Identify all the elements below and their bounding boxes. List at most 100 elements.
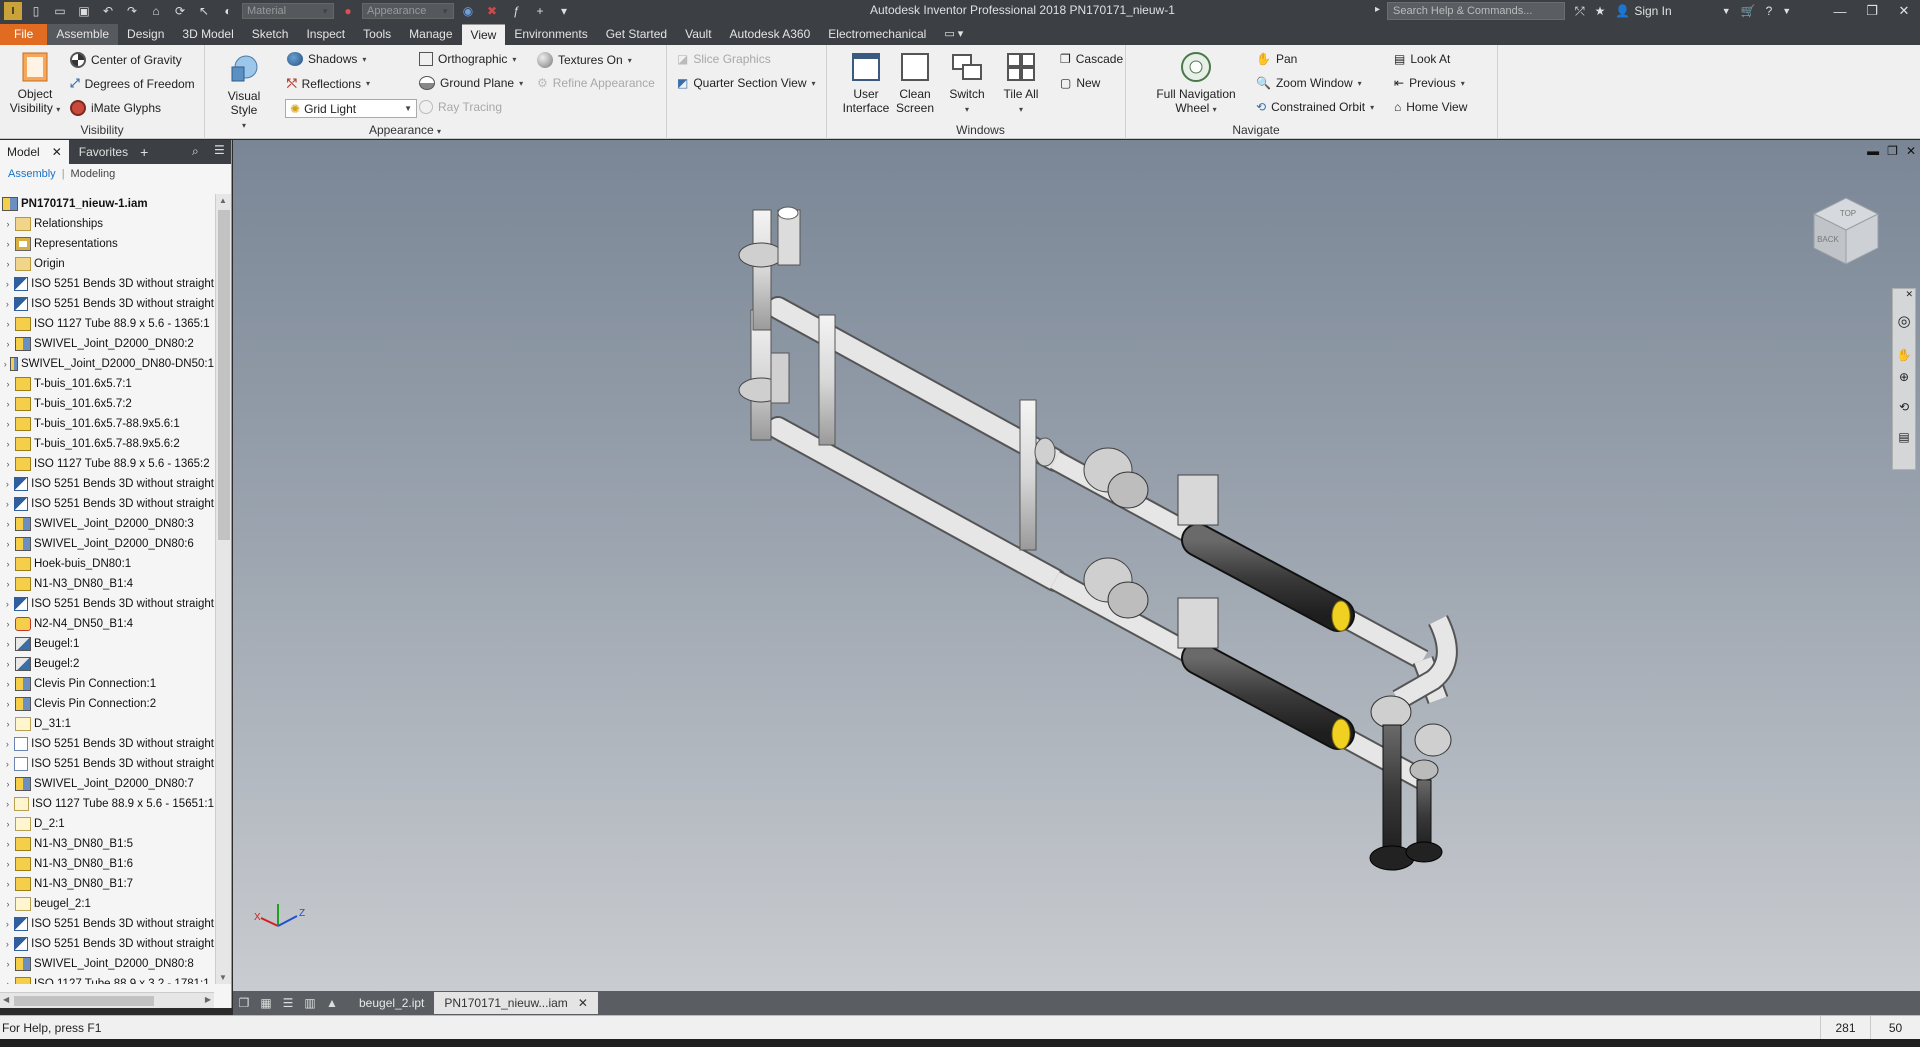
expand-chevron-icon[interactable]: ›	[3, 379, 13, 389]
viewcube[interactable]: TOP BACK	[1806, 190, 1886, 273]
cart-icon[interactable]: 🛒	[1741, 4, 1756, 18]
expand-chevron-icon[interactable]: ›	[3, 839, 13, 849]
scroll-down-icon[interactable]: ▼	[219, 973, 227, 982]
tree-item[interactable]: › D_2:1	[0, 814, 214, 834]
expand-chevron-icon[interactable]: ›	[3, 419, 13, 429]
expand-chevron-icon[interactable]: ›	[3, 339, 13, 349]
expand-chevron-icon[interactable]: ›	[3, 259, 13, 269]
expand-chevron-icon[interactable]: ›	[3, 299, 12, 309]
viewport-close-icon[interactable]: ✕	[1906, 144, 1916, 158]
home-view-button[interactable]: ⌂ Home View	[1394, 100, 1467, 114]
viewcube-icon[interactable]: TOP BACK	[1806, 190, 1886, 270]
tree-item[interactable]: › N1-N3_DN80_B1:7	[0, 874, 214, 894]
expand-chevron-icon[interactable]: ›	[3, 679, 13, 689]
tree-item[interactable]: › SWIVEL_Joint_D2000_DN80:6	[0, 534, 214, 554]
tab-electromechanical[interactable]: Electromechanical	[819, 24, 935, 45]
yellow-end-cap-lower[interactable]	[1331, 718, 1351, 750]
browser-menu-icon[interactable]: ☰	[214, 143, 225, 157]
cascade-button[interactable]: ❐ Cascade	[1060, 52, 1123, 66]
expand-chevron-icon[interactable]: ›	[3, 519, 13, 529]
tree-item[interactable]: › N1-N3_DN80_B1:6	[0, 854, 214, 874]
tree-item[interactable]: › ISO 1127 Tube 88.9 x 5.6 - 15651:1	[0, 794, 214, 814]
expand-chevron-icon[interactable]: ›	[3, 559, 13, 569]
undo-icon[interactable]: ↶	[98, 2, 118, 20]
degrees-of-freedom-button[interactable]: ⤢ Degrees of Freedom	[70, 76, 195, 91]
expand-chevron-icon[interactable]: ›	[3, 779, 13, 789]
help-search-input[interactable]: Search Help & Commands...	[1387, 2, 1565, 20]
redo-icon[interactable]: ↷	[122, 2, 142, 20]
tree-item[interactable]: › ISO 5251 Bends 3D without straight	[0, 294, 214, 314]
tab-sketch[interactable]: Sketch	[243, 24, 298, 45]
expand-chevron-icon[interactable]: ›	[3, 939, 12, 949]
restore-icon[interactable]: ❐	[1856, 0, 1888, 22]
modeling-view-link[interactable]: Modeling	[71, 168, 116, 180]
lighting-style-select[interactable]: ✺ Grid Light ▼	[285, 99, 417, 118]
minimize-icon[interactable]: —	[1824, 0, 1856, 22]
inventor-logo-icon[interactable]: I	[4, 2, 22, 20]
customize-dropdown-icon[interactable]: ▾	[554, 2, 574, 20]
expand-chevron-icon[interactable]: ›	[3, 399, 13, 409]
expand-chevron-icon[interactable]: ›	[3, 639, 13, 649]
tree-item[interactable]: › Origin	[0, 254, 214, 274]
orthographic-button[interactable]: Orthographic ▾	[419, 52, 516, 66]
zoom-window-button[interactable]: 🔍 Zoom Window ▾	[1256, 76, 1362, 90]
tree-item[interactable]: › N1-N3_DN80_B1:5	[0, 834, 214, 854]
expand-chevron-icon[interactable]: ›	[3, 219, 13, 229]
tile-vertical-icon[interactable]: ▥	[299, 993, 321, 1013]
tab-file[interactable]: File	[0, 24, 48, 45]
expand-chevron-icon[interactable]: ›	[3, 459, 13, 469]
tree-item[interactable]: › ISO 5251 Bends 3D without straight	[0, 474, 214, 494]
tab-tools[interactable]: Tools	[354, 24, 400, 45]
tab-vault[interactable]: Vault	[676, 24, 720, 45]
tree-item[interactable]: › SWIVEL_Joint_D2000_DN80:8	[0, 954, 214, 974]
expand-chevron-icon[interactable]: ›	[3, 479, 12, 489]
tree-item[interactable]: › T-buis_101.6x5.7-88.9x5.6:1	[0, 414, 214, 434]
look-at-button[interactable]: ▤ Look At	[1394, 52, 1450, 66]
nav-orbit-icon[interactable]: ⟲	[1893, 400, 1915, 414]
browser-horizontal-scrollbar[interactable]: ◀ ▶	[0, 992, 214, 1008]
expand-chevron-icon[interactable]: ›	[3, 799, 12, 809]
browser-tab-favorites[interactable]: Favorites +	[69, 140, 156, 164]
expand-chevron-icon[interactable]: ›	[3, 879, 13, 889]
search-go-icon[interactable]: ⤱	[1575, 4, 1585, 19]
help-icon[interactable]: ?	[1766, 4, 1773, 18]
navbar-close-icon[interactable]: ✕	[1893, 289, 1915, 300]
favorites-star-icon[interactable]: ★	[1595, 4, 1606, 18]
tab-inspect[interactable]: Inspect	[297, 24, 354, 45]
cascade-windows-icon[interactable]: ❐	[233, 993, 255, 1013]
ribbon-display-options-icon[interactable]: ▭ ▾	[935, 24, 972, 45]
tree-item[interactable]: › Clevis Pin Connection:1	[0, 674, 214, 694]
quarter-section-view-button[interactable]: ◩ Quarter Section View ▾	[677, 76, 816, 90]
new-window-button[interactable]: ▢ New	[1060, 76, 1100, 90]
expand-chevron-icon[interactable]: ›	[3, 439, 13, 449]
sign-in-dropdown-icon[interactable]: ▼	[1722, 6, 1731, 16]
select-icon[interactable]: ↖	[194, 2, 214, 20]
pipe-assembly-model[interactable]	[233, 140, 1920, 991]
dark-pipe-sections[interactable]	[1181, 523, 1355, 750]
slice-graphics-button[interactable]: ◪ Slice Graphics	[677, 52, 771, 66]
document-tab-beugel[interactable]: beugel_2.ipt	[349, 992, 434, 1014]
new-file-icon[interactable]: ▯	[26, 2, 46, 20]
expand-chevron-icon[interactable]: ›	[3, 899, 13, 909]
tree-item[interactable]: › SWIVEL_Joint_D2000_DN80:3	[0, 514, 214, 534]
expand-chevron-icon[interactable]: ›	[3, 619, 13, 629]
clean-screen-button[interactable]: Clean Screen	[892, 51, 938, 115]
tree-item[interactable]: › N2-N4_DN50_B1:4	[0, 614, 214, 634]
steering-wheel-icon[interactable]: ◎	[1893, 312, 1915, 330]
refine-appearance-button[interactable]: ⚙ Refine Appearance	[537, 76, 655, 90]
switch-button[interactable]: Switch ▾	[944, 51, 990, 117]
tree-item[interactable]: › ISO 1127 Tube 88.9 x 5.6 - 1365:1	[0, 314, 214, 334]
tree-item[interactable]: › Clevis Pin Connection:2	[0, 694, 214, 714]
close-document-tab-icon[interactable]: ✕	[578, 992, 588, 1014]
user-interface-button[interactable]: User Interface	[840, 51, 892, 115]
constrained-orbit-button[interactable]: ⟲ Constrained Orbit ▾	[1256, 100, 1374, 114]
expand-chevron-icon[interactable]: ›	[3, 239, 13, 249]
upper-pipe-run[interactable]	[766, 296, 1449, 704]
reflections-button[interactable]: ⤲ Reflections ▾	[287, 76, 370, 91]
tree-item[interactable]: › ISO 5251 Bends 3D without straight	[0, 494, 214, 514]
viewport-minimize-icon[interactable]: ▬	[1867, 144, 1879, 158]
tab-design[interactable]: Design	[118, 24, 173, 45]
scroll-up-icon[interactable]: ▲	[219, 196, 227, 205]
tree-item[interactable]: › Representations	[0, 234, 214, 254]
scroll-right-icon[interactable]: ▶	[205, 995, 211, 1004]
